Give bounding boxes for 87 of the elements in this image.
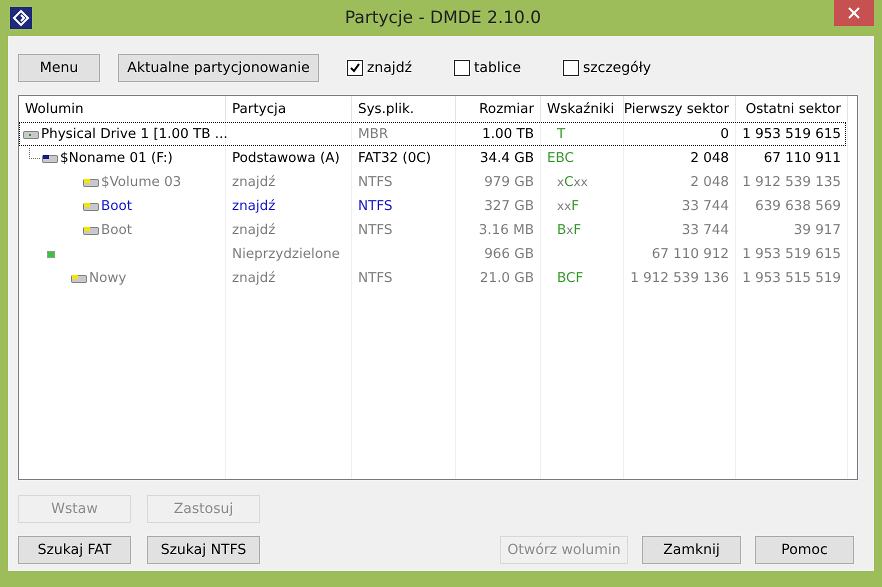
size: 966 GB — [484, 246, 534, 262]
last-sector: 1 912 539 135 — [742, 174, 841, 190]
disk-drive-icon — [83, 178, 99, 186]
size: 979 GB — [484, 174, 534, 190]
volume-name[interactable]: Nowy — [89, 270, 126, 286]
disk-drive-icon — [83, 226, 99, 234]
column-header: Ostatni sektor — [736, 96, 848, 122]
partition-type: znajdź — [232, 270, 276, 286]
close-icon — [848, 7, 860, 19]
volume-name[interactable]: Boot — [101, 222, 132, 238]
volume-name[interactable]: Boot — [101, 198, 132, 214]
dialog-button[interactable]: Pomoc — [755, 536, 854, 564]
disk-drive-icon — [71, 274, 87, 282]
flag-code: F — [573, 222, 582, 238]
size: 327 GB — [484, 198, 534, 214]
flag-code: xx — [557, 199, 572, 213]
flag-code: x — [566, 223, 574, 237]
partition-type: znajdź — [232, 174, 276, 190]
last-sector: 1 953 515 519 — [742, 270, 841, 286]
flag-code: EBC — [547, 150, 574, 166]
checkbox[interactable] — [347, 60, 363, 76]
action-button[interactable]: Szukaj NTFS — [147, 536, 260, 564]
last-sector: 1 953 519 615 — [742, 246, 841, 262]
checkbox-label: tablice — [474, 60, 521, 76]
first-sector: 2 048 — [690, 150, 729, 166]
file-system: NTFS — [358, 270, 392, 286]
flag-code: xx — [574, 175, 588, 189]
flag-code: BCF — [557, 270, 584, 286]
size: 21.0 GB — [480, 270, 534, 286]
table-row[interactable]: $Volume 03 znajdź NTFS 979 GB xCxx 2 048 1 912 539 135 — [19, 170, 857, 194]
close-button[interactable] — [834, 0, 874, 26]
column-header: Wskaźniki — [541, 96, 624, 122]
first-sector: 0 — [720, 126, 729, 142]
checkbox[interactable] — [454, 60, 470, 76]
checkbox-label: szczegóły — [582, 60, 652, 76]
checkbox[interactable] — [562, 60, 579, 76]
column-header: Sys.plik. — [352, 96, 456, 122]
table-row[interactable]: Boot znajdź NTFS 3.16 MB BxF 33 744 39 917 — [19, 218, 857, 242]
disk-drive-icon — [83, 202, 99, 210]
partition-type: Nieprzydzielone — [232, 246, 340, 262]
volume-name[interactable]: $Volume 03 — [101, 174, 182, 190]
partition-type: Podstawowa (A) — [232, 150, 340, 166]
size: 1.00 TB — [482, 126, 534, 142]
flag-code: C — [564, 174, 574, 190]
toolbar-button[interactable]: Aktualne partycjonowanie — [118, 54, 319, 82]
unallocated-space-icon — [47, 250, 55, 258]
table-row[interactable]: Boot znajdź NTFS 327 GB xxF 33 744 639 638 569 — [19, 194, 857, 218]
last-sector: 39 917 — [794, 222, 841, 238]
partition-type: znajdź — [232, 222, 276, 238]
dialog-button[interactable]: Zamknij — [642, 536, 741, 564]
first-sector: 33 744 — [682, 222, 729, 238]
first-sector: 67 110 912 — [652, 246, 729, 262]
file-system: NTFS — [358, 198, 392, 214]
table-row[interactable]: $Noname 01 (F:) Podstawowa (A) FAT32 (0C) 34.4 GB EBC 2 048 67 110 911 — [19, 146, 857, 170]
file-system: FAT32 (0C) — [358, 150, 431, 166]
first-sector: 1 912 539 136 — [630, 270, 729, 286]
size: 34.4 GB — [480, 150, 534, 166]
column-header: Wolumin — [19, 96, 226, 122]
action-button[interactable]: Szukaj FAT — [18, 536, 131, 564]
size: 3.16 MB — [478, 222, 534, 238]
file-system: NTFS — [358, 174, 392, 190]
table-row[interactable]: Nieprzydzielone 966 GB 67 110 912 1 953 519 615 — [19, 242, 857, 266]
menu-button[interactable]: Menu — [18, 54, 100, 82]
flag-code: B — [557, 222, 566, 238]
window-title: Partycje - DMDE 2.10.0 — [344, 8, 542, 28]
flag-code: T — [557, 126, 566, 142]
last-sector: 639 638 569 — [755, 198, 841, 214]
first-sector: 33 744 — [682, 198, 729, 214]
checkbox-label: znajdź — [367, 60, 412, 76]
table-row[interactable]: Nowy znajdź NTFS 21.0 GB BCF 1 912 539 136 1 953 515 519 — [19, 266, 857, 290]
column-header: Pierwszy sektor — [624, 96, 736, 122]
flag-code: F — [571, 198, 579, 214]
volume-name[interactable]: Physical Drive 1 [1.00 TB ... — [41, 126, 228, 142]
app-logo-icon — [10, 7, 32, 29]
disk-drive-icon — [23, 130, 39, 138]
disk-drive-icon — [42, 154, 58, 162]
file-system: NTFS — [358, 222, 392, 238]
last-sector: 67 110 911 — [764, 150, 841, 166]
partition-type: znajdź — [232, 198, 276, 214]
last-sector: 1 953 519 615 — [742, 126, 841, 142]
column-header: Rozmiar — [456, 96, 541, 122]
column-header: Partycja — [226, 96, 352, 122]
flag-code: x — [557, 175, 564, 189]
volume-name[interactable]: $Noname 01 (F:) — [60, 150, 173, 166]
table-row[interactable]: Physical Drive 1 [1.00 TB ... MBR 1.00 TB T 0 1 953 519 615 — [19, 122, 846, 146]
file-system: MBR — [358, 126, 388, 142]
first-sector: 2 048 — [690, 174, 729, 190]
